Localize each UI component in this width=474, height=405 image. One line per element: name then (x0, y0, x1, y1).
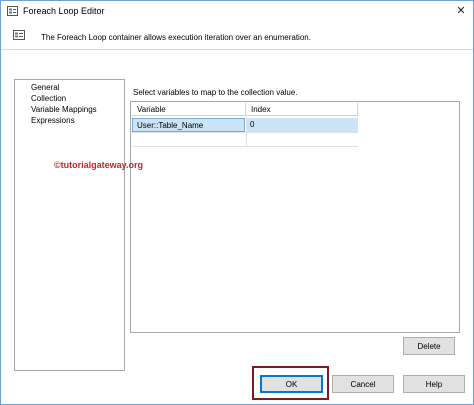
delete-button[interactable]: Delete (403, 337, 455, 355)
mapping-grid[interactable]: Variable Index User::Table_Name 0 (130, 101, 460, 333)
header-divider (1, 49, 473, 50)
title-bar: Foreach Loop Editor ✕ (1, 1, 473, 21)
variable-mappings-pane: Select variables to map to the collectio… (129, 79, 460, 369)
close-icon: ✕ (456, 5, 466, 17)
foreach-loop-icon (7, 6, 18, 16)
column-divider (246, 117, 247, 147)
nav-pane: General Collection Variable Mappings Exp… (14, 79, 125, 371)
close-button[interactable]: ✕ (453, 4, 469, 18)
ok-button[interactable]: OK (260, 375, 323, 393)
foreach-loop-icon (13, 30, 25, 40)
foreach-loop-editor-window: Foreach Loop Editor ✕ The Foreach Loop c… (0, 0, 474, 405)
nav-item-general[interactable]: General (31, 83, 59, 92)
instruction-label: Select variables to map to the collectio… (133, 88, 298, 97)
column-header-index[interactable]: Index (246, 103, 358, 116)
cell-index[interactable]: 0 (246, 118, 358, 132)
nav-item-collection[interactable]: Collection (31, 94, 66, 103)
nav-item-expressions[interactable]: Expressions (31, 116, 75, 125)
watermark-text: ©tutorialgateway.org (54, 160, 143, 170)
row-divider (132, 146, 358, 147)
window-title: Foreach Loop Editor (23, 6, 105, 16)
cell-variable[interactable]: User::Table_Name (132, 118, 245, 132)
header-description: The Foreach Loop container allows execut… (41, 33, 311, 42)
nav-item-variable-mappings[interactable]: Variable Mappings (31, 105, 97, 114)
help-button[interactable]: Help (403, 375, 465, 393)
column-header-variable[interactable]: Variable (132, 103, 246, 116)
cancel-button[interactable]: Cancel (332, 375, 394, 393)
row-divider (132, 132, 358, 133)
